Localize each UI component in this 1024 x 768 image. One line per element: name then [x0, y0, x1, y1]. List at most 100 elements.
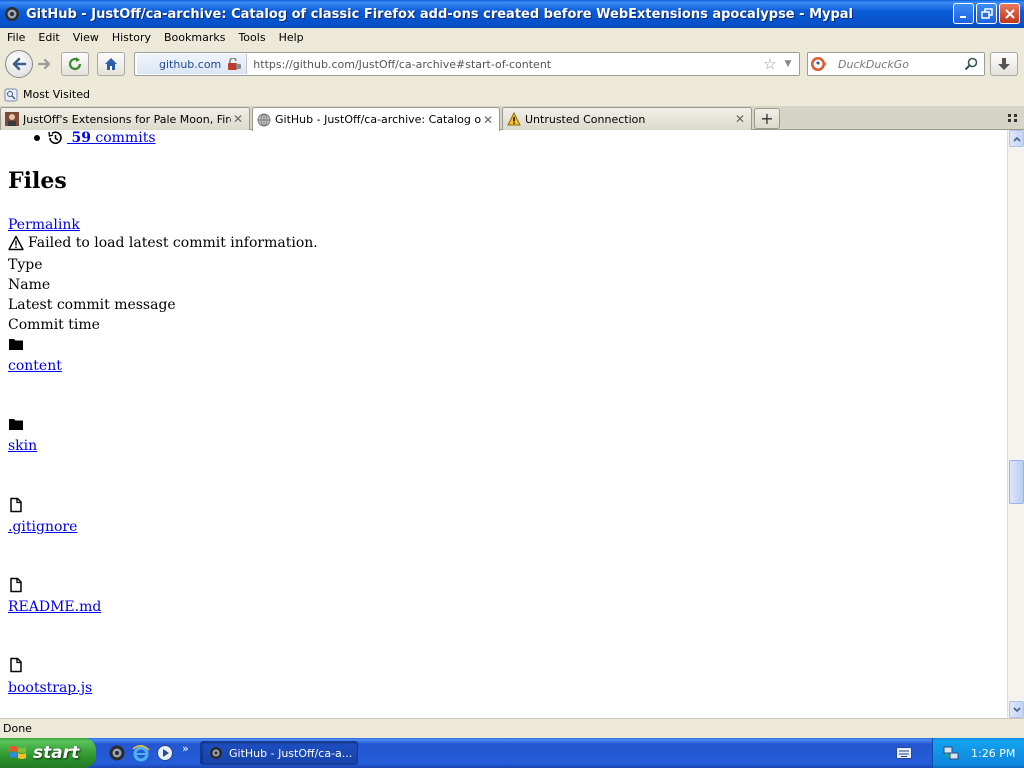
broken-lock-icon [228, 58, 242, 70]
forward-arrow-icon [37, 58, 51, 70]
file-icon [10, 577, 22, 593]
warning-text: Failed to load latest commit information… [28, 235, 318, 251]
search-icon[interactable] [964, 57, 978, 71]
menu-view[interactable]: View [68, 31, 104, 44]
taskbar: start » GitHub - JustOff/ca-a... 1:26 PM [0, 738, 1024, 768]
keyboard-layout-icon[interactable] [896, 747, 912, 759]
url-text: https://github.com/JustOff/ca-archive#st… [253, 57, 552, 71]
reload-icon [68, 57, 82, 71]
start-label: start [33, 743, 80, 763]
most-visited-folder[interactable]: Most Visited [4, 88, 90, 102]
mypal-quicklaunch-icon[interactable] [108, 744, 126, 762]
identity-label: github.com [159, 57, 222, 71]
menu-help[interactable]: Help [274, 31, 309, 44]
home-icon [105, 58, 117, 70]
permalink-link[interactable]: Permalink [8, 217, 80, 233]
window-title: GitHub - JustOff/ca-archive: Catalog of … [26, 6, 854, 22]
page-content: 59 commits Files Permalink Failed to loa… [0, 130, 1007, 718]
commits-count: 59 [71, 130, 91, 146]
mypal-task-icon [210, 747, 222, 759]
warning-favicon-icon [507, 112, 521, 126]
menu-bookmarks[interactable]: Bookmarks [159, 31, 230, 44]
reload-button[interactable] [61, 52, 89, 76]
duckduckgo-logo-icon[interactable] [810, 55, 828, 73]
chevron-down-icon [1012, 706, 1021, 712]
tab-untrusted-connection[interactable]: Untrusted Connection ✕ [502, 107, 752, 130]
most-visited-label: Most Visited [23, 88, 90, 101]
url-dropdown-icon[interactable]: ▼ [781, 59, 795, 69]
file-icon [10, 497, 22, 513]
tab-close-icon[interactable]: ✕ [481, 113, 495, 127]
back-button[interactable] [5, 50, 33, 78]
file-link-readme[interactable]: README.md [8, 599, 101, 615]
new-tab-button[interactable]: + [754, 108, 780, 129]
close-button[interactable] [999, 3, 1020, 24]
column-header-type: Type [8, 257, 43, 273]
file-icon [10, 657, 22, 673]
file-link-bootstrap[interactable]: bootstrap.js [8, 680, 92, 696]
file-link-content[interactable]: content [8, 358, 62, 374]
scroll-down-button[interactable] [1009, 701, 1024, 718]
avatar-favicon-icon [5, 112, 19, 126]
start-button[interactable]: start [0, 738, 96, 768]
minimize-button[interactable] [953, 3, 974, 24]
menu-bar: File Edit View History Bookmarks Tools H… [0, 28, 1024, 46]
vertical-scrollbar[interactable] [1007, 130, 1024, 718]
forward-button[interactable] [34, 55, 56, 73]
history-icon [48, 131, 62, 144]
list-all-tabs-icon[interactable] [1007, 112, 1019, 124]
folder-icon [9, 339, 23, 350]
close-icon [1004, 8, 1015, 19]
windows-logo-icon [10, 746, 26, 759]
menu-file[interactable]: File [2, 31, 30, 44]
list-bullet [34, 135, 40, 141]
file-link-skin[interactable]: skin [8, 438, 37, 454]
file-link-gitignore[interactable]: .gitignore [8, 519, 77, 535]
clock[interactable]: 1:26 PM [971, 747, 1015, 760]
tab-label: Untrusted Connection [525, 112, 646, 126]
tab-close-icon[interactable]: ✕ [231, 112, 245, 126]
search-bar[interactable]: DuckDuckGo [807, 52, 985, 76]
minimize-icon [959, 15, 966, 18]
menu-edit[interactable]: Edit [33, 31, 64, 44]
download-arrow-icon [998, 58, 1010, 70]
home-button[interactable] [97, 52, 125, 76]
search-input[interactable]: DuckDuckGo [838, 58, 964, 71]
quicklaunch-more-icon[interactable]: » [182, 742, 189, 755]
url-bar[interactable]: github.com https://github.com/JustOff/ca… [134, 52, 800, 76]
tab-justoff-extensions[interactable]: JustOff's Extensions for Pale Moon, Fire… [0, 107, 250, 130]
menu-tools[interactable]: Tools [233, 31, 270, 44]
site-identity-button[interactable]: github.com [137, 54, 248, 74]
back-arrow-icon [12, 57, 27, 71]
commit-load-warning: Failed to load latest commit information… [8, 235, 318, 251]
tab-close-icon[interactable]: ✕ [733, 112, 747, 126]
commits-link[interactable]: 59 commits [67, 130, 156, 146]
tab-github-ca-archive[interactable]: GitHub - JustOff/ca-archive: Catalog of … [252, 107, 500, 131]
chevron-up-icon [1012, 136, 1021, 142]
navigation-toolbar: github.com https://github.com/JustOff/ca… [0, 46, 1024, 82]
menu-history[interactable]: History [107, 31, 156, 44]
files-heading: Files [8, 168, 67, 194]
restore-button[interactable] [976, 3, 997, 24]
taskbar-button-mypal[interactable]: GitHub - JustOff/ca-a... [200, 741, 358, 765]
scroll-thumb[interactable] [1009, 460, 1024, 504]
window-controls [953, 3, 1020, 24]
folder-icon [9, 419, 23, 430]
internet-explorer-icon[interactable] [132, 744, 150, 762]
status-text: Done [3, 722, 32, 735]
column-header-name: Name [8, 277, 51, 293]
scroll-up-button[interactable] [1009, 130, 1024, 147]
bookmarks-toolbar: Most Visited [0, 84, 1024, 105]
plus-icon: + [760, 109, 774, 128]
network-icon[interactable] [943, 745, 959, 761]
tab-label: JustOff's Extensions for Pale Moon, Fire… [23, 112, 231, 126]
commits-list-item: 59 commits [34, 130, 156, 146]
most-visited-icon [4, 88, 18, 101]
title-bar: GitHub - JustOff/ca-archive: Catalog of … [0, 0, 1024, 28]
tab-label: GitHub - JustOff/ca-archive: Catalog of … [275, 113, 481, 126]
media-player-icon[interactable] [156, 744, 174, 762]
commits-label: commits [95, 130, 156, 146]
downloads-button[interactable] [990, 52, 1018, 76]
column-header-commit-time: Commit time [8, 317, 100, 333]
bookmark-star-icon[interactable]: ☆ [761, 55, 779, 73]
